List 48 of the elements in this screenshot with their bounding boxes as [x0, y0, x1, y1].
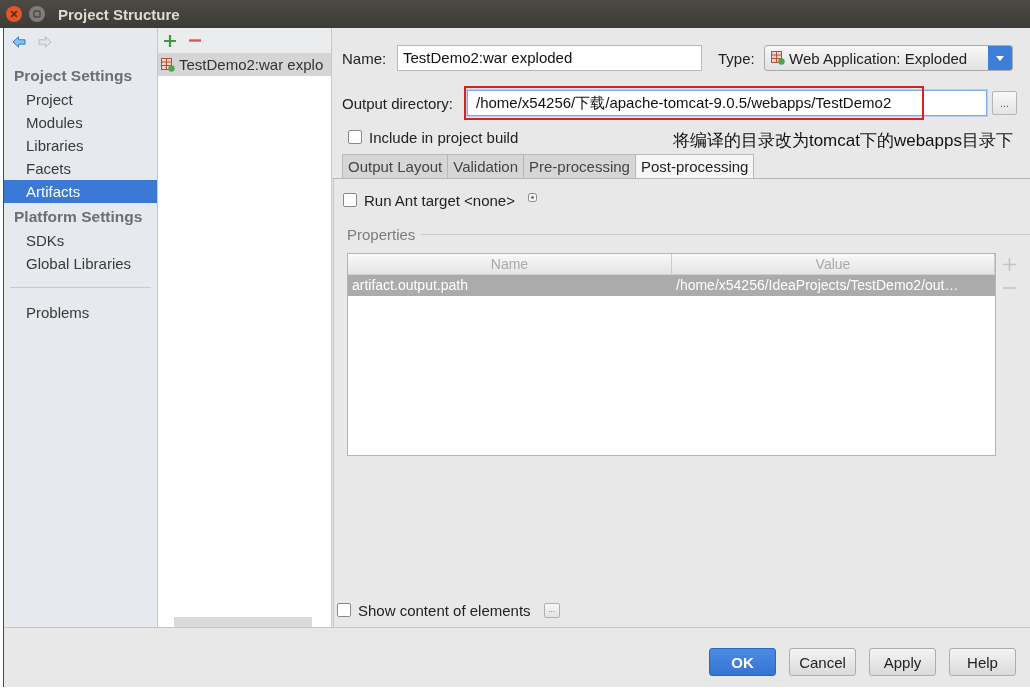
- field-label: Output directory:: [342, 94, 454, 112]
- output-directory-field[interactable]: /home/x54256/下载/apache-tomcat-9.0.5/webapps/TestDemo2: [467, 90, 987, 116]
- tab[interactable]: Validation: [447, 154, 524, 178]
- section-heading: Project Settings: [13, 66, 133, 86]
- minimize-icon[interactable]: [29, 6, 45, 22]
- dialog-button[interactable]: Apply: [869, 648, 936, 676]
- checkbox-label[interactable]: Include in project build: [369, 128, 519, 146]
- checkbox[interactable]: [348, 130, 362, 144]
- sidebar-item[interactable]: Artifacts: [4, 180, 157, 203]
- sidebar-item[interactable]: Project: [4, 88, 157, 111]
- close-icon[interactable]: [6, 6, 22, 22]
- sidebar-item[interactable]: Facets: [4, 157, 157, 180]
- scrollbar-thumb[interactable]: [174, 617, 312, 627]
- dialog-button[interactable]: OK: [709, 648, 776, 676]
- sidebar-item[interactable]: Problems: [4, 301, 157, 324]
- group-title: Properties: [347, 225, 416, 243]
- tab[interactable]: Pre-processing: [523, 154, 636, 178]
- name-field[interactable]: TestDemo2:war exploded: [397, 45, 702, 71]
- sidebar-item[interactable]: Libraries: [4, 134, 157, 157]
- field-label: Type:: [718, 49, 756, 67]
- checkbox-label[interactable]: Show content of elements: [358, 601, 531, 619]
- sidebar-item[interactable]: Modules: [4, 111, 157, 134]
- dialog-button[interactable]: Cancel: [789, 648, 856, 676]
- back-arrow-icon[interactable]: [12, 36, 26, 48]
- table-cell-text: artifact.output.path: [351, 276, 469, 295]
- browse-button[interactable]: ...: [992, 91, 1017, 115]
- tab[interactable]: Post-processing: [634, 154, 755, 178]
- tab[interactable]: Output Layout: [342, 154, 449, 178]
- field-label: Name:: [342, 49, 388, 67]
- section-heading: Platform Settings: [13, 207, 144, 227]
- table-cell-text: /home/x54256/IdeaProjects/TestDemo2/out…: [675, 276, 960, 295]
- dialog-button[interactable]: Help: [949, 648, 1016, 676]
- artifact-list-item[interactable]: TestDemo2:war explo: [158, 53, 331, 76]
- type-dropdown[interactable]: Web Application: Exploded: [764, 45, 1013, 71]
- caret-icon[interactable]: [988, 46, 1012, 70]
- add-icon[interactable]: [164, 34, 176, 47]
- checkbox-label[interactable]: Run Ant target <none>: [364, 191, 515, 209]
- column-header: Name: [348, 254, 672, 274]
- annotation-text: 将编译的目录改为tomcat下的webapps目录下: [672, 130, 1013, 152]
- window-title: Project Structure: [58, 5, 180, 23]
- options-button[interactable]: ...: [543, 602, 560, 618]
- checkbox[interactable]: [337, 603, 351, 617]
- sidebar-item[interactable]: Global Libraries: [4, 252, 157, 275]
- column-header: Value: [672, 254, 995, 274]
- package-icon: [771, 51, 785, 65]
- package-icon: [161, 57, 175, 72]
- sidebar-item[interactable]: SDKs: [4, 229, 157, 252]
- checkbox[interactable]: [343, 193, 357, 207]
